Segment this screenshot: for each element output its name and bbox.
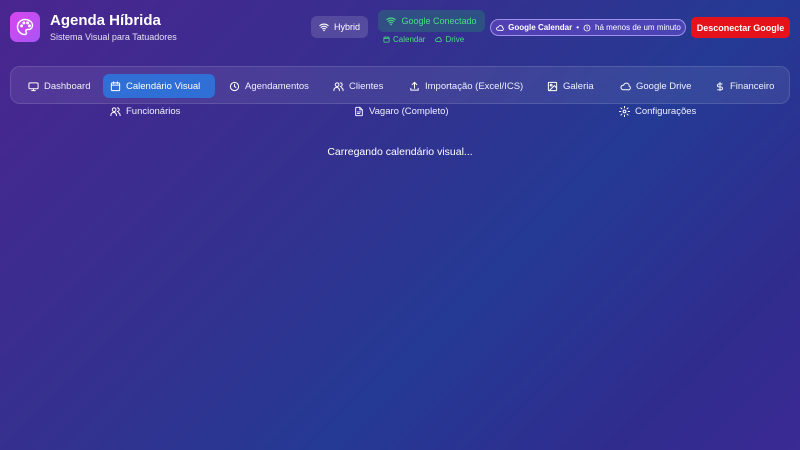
app-subtitle: Sistema Visual para Tatuadores [50,32,177,42]
upload-icon [410,81,419,91]
nav-financeiro[interactable]: Financeiro [708,74,781,98]
app-header: Agenda Híbrida Sistema Visual para Tatua… [0,0,800,62]
sync-separator: • [576,23,579,32]
cloud-icon [496,24,504,31]
nav-agendamentos[interactable]: Agendamentos [222,74,316,98]
cloud-icon [620,82,631,90]
nav-importacao-label: Importação (Excel/ICS) [425,80,524,92]
nav-clientes[interactable]: Clientes [326,74,390,98]
nav-clientes-label: Clientes [349,80,384,92]
nav-configuracoes-label: Configurações [635,106,697,117]
nav-agendamentos-label: Agendamentos [245,80,309,92]
nav-funcionarios[interactable]: Funcionários [110,104,180,119]
loading-message: Carregando calendário visual... [327,146,473,158]
nav-google-drive-label: Google Drive [636,80,692,92]
service-drive-label: Drive [445,35,465,44]
nav-configuracoes[interactable]: Configurações [619,104,696,119]
nav-vagaro-label: Vagaro (Completo) [369,106,449,117]
calendar-icon [383,36,390,43]
connected-services: Calendar Drive [383,35,464,44]
file-icon [355,106,363,117]
nav-calendario-visual-label: Calendário Visual [126,80,201,92]
google-status-label: Google Conectado [401,16,477,26]
mode-label: Hybrid [333,22,360,32]
nav-financeiro-label: Financeiro [730,80,775,92]
main-navigation: Dashboard Calendário Visual Agendamentos… [10,66,790,104]
dollar-icon [717,81,723,91]
wifi-icon [319,23,329,32]
service-calendar: Calendar [383,35,425,44]
nav-calendario-visual[interactable]: Calendário Visual [103,74,215,98]
monitor-icon [28,81,39,91]
users-icon [333,81,344,91]
users-icon [110,107,121,117]
settings-icon [619,106,630,117]
mode-badge[interactable]: Hybrid [311,16,368,38]
cloud-icon [435,36,443,42]
nav-galeria-label: Galeria [563,80,594,92]
clock-icon [229,81,240,91]
clock-icon [583,24,591,31]
image-icon [547,81,558,91]
nav-importacao[interactable]: Importação (Excel/ICS) [402,74,530,98]
google-status-badge: Google Conectado [378,10,485,32]
disconnect-google-button[interactable]: Desconectar Google [691,17,790,38]
wifi-icon [386,17,397,26]
sync-service: Google Calendar [508,23,573,32]
palette-icon [10,12,40,42]
nav-vagaro[interactable]: Vagaro (Completo) [354,104,449,119]
service-drive: Drive [434,35,464,44]
sync-time: há menos de um minuto [595,23,681,32]
nav-dashboard-label: Dashboard [44,80,91,92]
nav-dashboard[interactable]: Dashboard [21,74,97,98]
service-calendar-label: Calendar [393,35,426,44]
nav-funcionarios-label: Funcionários [126,106,181,117]
app-title: Agenda Híbrida [50,12,161,29]
nav-google-drive[interactable]: Google Drive [612,74,698,98]
calendar-icon [110,80,121,91]
nav-galeria[interactable]: Galeria [540,74,601,98]
sync-status-pill: Google Calendar • há menos de um minuto [490,19,686,36]
